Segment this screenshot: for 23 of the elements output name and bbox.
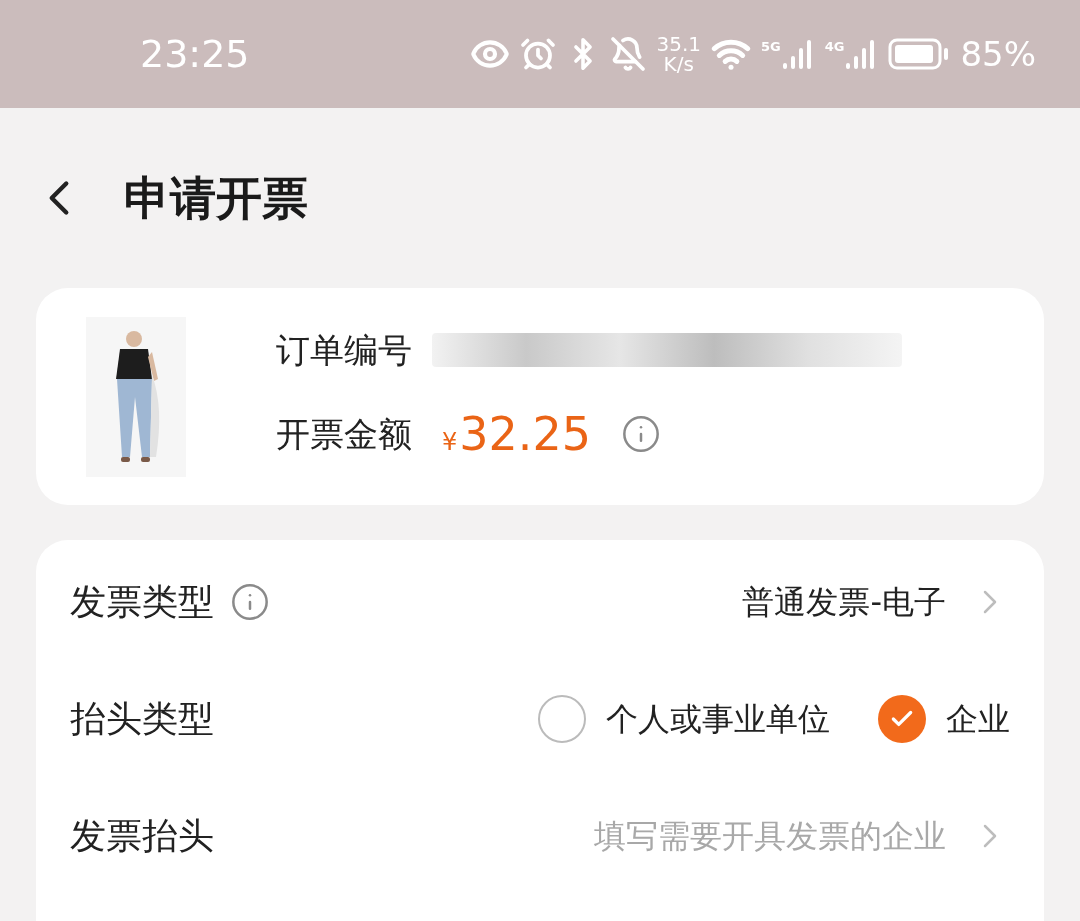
battery-icon (888, 38, 951, 70)
page-title: 申请开票 (124, 169, 308, 227)
network-type: 4G (824, 38, 845, 56)
invoice-type-value[interactable]: 普通发票-电子 (742, 577, 946, 626)
clock-time: 23:25 (140, 30, 250, 78)
order-number-label: 订单编号 (276, 328, 412, 372)
info-icon[interactable] (621, 414, 661, 454)
field-label: 发票抬头 (70, 813, 214, 858)
field-label: 抬头类型 (70, 696, 214, 741)
muted-bell-icon (610, 36, 647, 72)
radio-option[interactable]: 企业 (878, 694, 1010, 743)
invoice-amount: 32.25 (459, 405, 591, 463)
battery-percent: 85% (960, 32, 1036, 76)
field-label: 发票类型 (70, 579, 214, 624)
invoice-title-field[interactable]: 填写需要开具发票的企业 (546, 811, 946, 860)
speed-unit: K/s (663, 54, 694, 74)
info-icon[interactable] (230, 581, 270, 622)
alarm-icon (520, 36, 557, 72)
radio-option[interactable]: 个人或事业单位 (538, 694, 830, 743)
network-speed: 35.1 (656, 34, 701, 54)
amount-label: 开票金额 (276, 412, 412, 456)
network-type: 5G (761, 38, 781, 56)
currency-symbol: ¥ (442, 426, 458, 458)
